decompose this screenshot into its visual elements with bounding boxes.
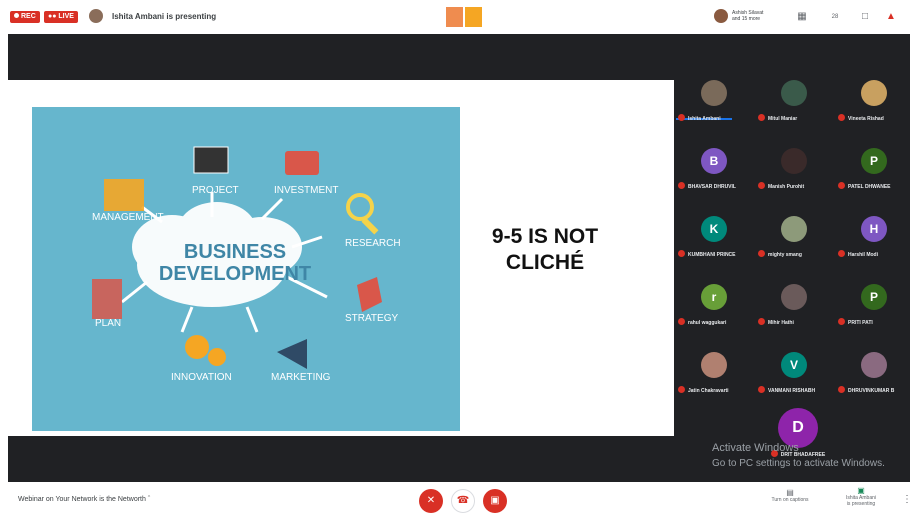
participant-avatar: r: [701, 284, 727, 310]
captions-button[interactable]: ▤ Turn on captions: [765, 488, 815, 503]
mic-muted-icon: [678, 114, 685, 121]
participant-tile[interactable]: Manish Purohit: [756, 134, 834, 200]
activities-icon[interactable]: ▲: [884, 10, 898, 24]
mic-muted-icon: [838, 386, 845, 393]
participant-name: Harshil Modi: [838, 250, 910, 258]
live-badge: ●● LIVE: [44, 11, 78, 23]
participant-name: Vineeta Rishad: [838, 114, 910, 122]
camera-off-button[interactable]: ▣: [483, 489, 507, 513]
participant-tile[interactable]: mighty smang: [756, 202, 834, 268]
participant-avatar: H: [861, 216, 887, 242]
participant-tile[interactable]: Mitul Maniar: [756, 66, 834, 132]
mic-off-button[interactable]: ✕: [419, 489, 443, 513]
mic-muted-icon: [678, 182, 685, 189]
label-management: MANAGEMENT: [92, 212, 164, 223]
participant-name: mighty smang: [758, 250, 834, 258]
participant-tile[interactable]: K KUMBHANI PRINCE: [676, 202, 754, 268]
mic-muted-icon: [838, 250, 845, 257]
mic-muted-icon: [678, 318, 685, 325]
participant-avatar: K: [701, 216, 727, 242]
mic-muted-icon: [758, 318, 765, 325]
mic-muted-icon: [838, 114, 845, 121]
participant-avatar: [781, 284, 807, 310]
participant-name: Manish Purohit: [758, 182, 834, 190]
speaker-avatar: [714, 9, 728, 23]
presenter-avatar: [89, 9, 103, 23]
more-options-icon[interactable]: ⋮: [902, 494, 910, 505]
label-marketing: MARKETING: [271, 372, 331, 383]
participant-avatar: [701, 352, 727, 378]
label-innovation: INNOVATION: [171, 372, 232, 383]
phone-icon: ☎: [456, 495, 470, 506]
label-plan: PLAN: [95, 318, 122, 329]
captions-icon: ▤: [786, 488, 794, 497]
participant-tile[interactable]: Jatin Chakravarti: [676, 338, 754, 404]
grid-icon[interactable]: ▦: [795, 10, 809, 24]
participant-tile[interactable]: Mihir Hathi: [756, 270, 834, 336]
participant-tile[interactable]: V VANMANI RISHABH: [756, 338, 834, 404]
activate-windows-watermark: Activate Windows Go to PC settings to act…: [712, 442, 885, 469]
participant-name: rahul waggukari: [678, 318, 754, 326]
participant-name: BHAVSAR DHRUVIL: [678, 182, 754, 190]
hangup-button[interactable]: ☎: [451, 489, 475, 513]
label-project: PROJECT: [192, 185, 239, 196]
label-investment: INVESTMENT: [274, 185, 339, 196]
presenter-controls[interactable]: [446, 7, 482, 27]
mic-muted-icon: [758, 386, 765, 393]
people-count[interactable]: 28: [828, 10, 842, 24]
participant-name: Jatin Chakravarti: [678, 386, 754, 394]
slide-title: 9-5 IS NOT CLICHÉ: [491, 225, 599, 274]
slide-center-text: BUSINESS DEVELOPMENT: [158, 241, 312, 285]
presenting-button[interactable]: ▣ Ishita Ambani is presenting: [838, 486, 884, 507]
firefox-icon[interactable]: [446, 7, 463, 27]
participant-avatar: [781, 148, 807, 174]
participant-name: Mihir Hathi: [758, 318, 834, 326]
mic-off-icon: ✕: [426, 495, 436, 506]
chevron-up-icon[interactable]: ˆ: [148, 496, 150, 503]
participant-avatar: P: [861, 284, 887, 310]
participant-name: PATEL DHWANEE: [838, 182, 910, 190]
participant-avatar: [861, 352, 887, 378]
mic-muted-icon: [758, 250, 765, 257]
label-research: RESEARCH: [345, 238, 401, 249]
participant-name: PRITI PATI: [838, 318, 910, 326]
participant-avatar: [781, 80, 807, 106]
participant-avatar: [861, 80, 887, 106]
participant-name: DHRUVINKUMAR B: [838, 386, 910, 394]
present-icon: ▣: [857, 486, 865, 495]
participant-avatar: P: [861, 148, 887, 174]
meeting-title[interactable]: Webinar on Your Network is the Networth …: [18, 496, 150, 503]
participant-tile[interactable]: Ishita Ambani: [676, 66, 754, 132]
chat-icon[interactable]: □: [858, 10, 872, 24]
mic-muted-icon: [838, 318, 845, 325]
participant-avatar: B: [701, 148, 727, 174]
participant-tile[interactable]: H Harshil Modi: [836, 202, 910, 268]
participant-name: Ishita Ambani: [678, 114, 754, 122]
participant-tile[interactable]: P PRITI PATI: [836, 270, 910, 336]
participant-avatar: [781, 216, 807, 242]
participant-tile[interactable]: B BHAVSAR DHRUVIL: [676, 134, 754, 200]
mic-muted-icon: [838, 182, 845, 189]
participant-summary: Ashish Silavat and 15 more: [732, 10, 764, 22]
rec-badge: REC: [10, 11, 40, 23]
participant-tile[interactable]: Vineeta Rishad: [836, 66, 910, 132]
participant-tile[interactable]: r rahul waggukari: [676, 270, 754, 336]
participant-name: KUMBHANI PRINCE: [678, 250, 754, 258]
mic-muted-icon: [758, 114, 765, 121]
presenting-status: Ishita Ambani is presenting: [112, 12, 217, 21]
mic-muted-icon: [678, 250, 685, 257]
label-strategy: STRATEGY: [345, 313, 399, 324]
participant-name: VANMANI RISHABH: [758, 386, 834, 394]
participant-tile[interactable]: P PATEL DHWANEE: [836, 134, 910, 200]
participant-avatar: V: [781, 352, 807, 378]
participant-name: Mitul Maniar: [758, 114, 834, 122]
mic-muted-icon: [678, 386, 685, 393]
participant-avatar: [701, 80, 727, 106]
participant-tile[interactable]: DHRUVINKUMAR B: [836, 338, 910, 404]
camera-off-icon: ▣: [490, 495, 500, 506]
mic-icon[interactable]: [465, 7, 482, 27]
mic-muted-icon: [758, 182, 765, 189]
